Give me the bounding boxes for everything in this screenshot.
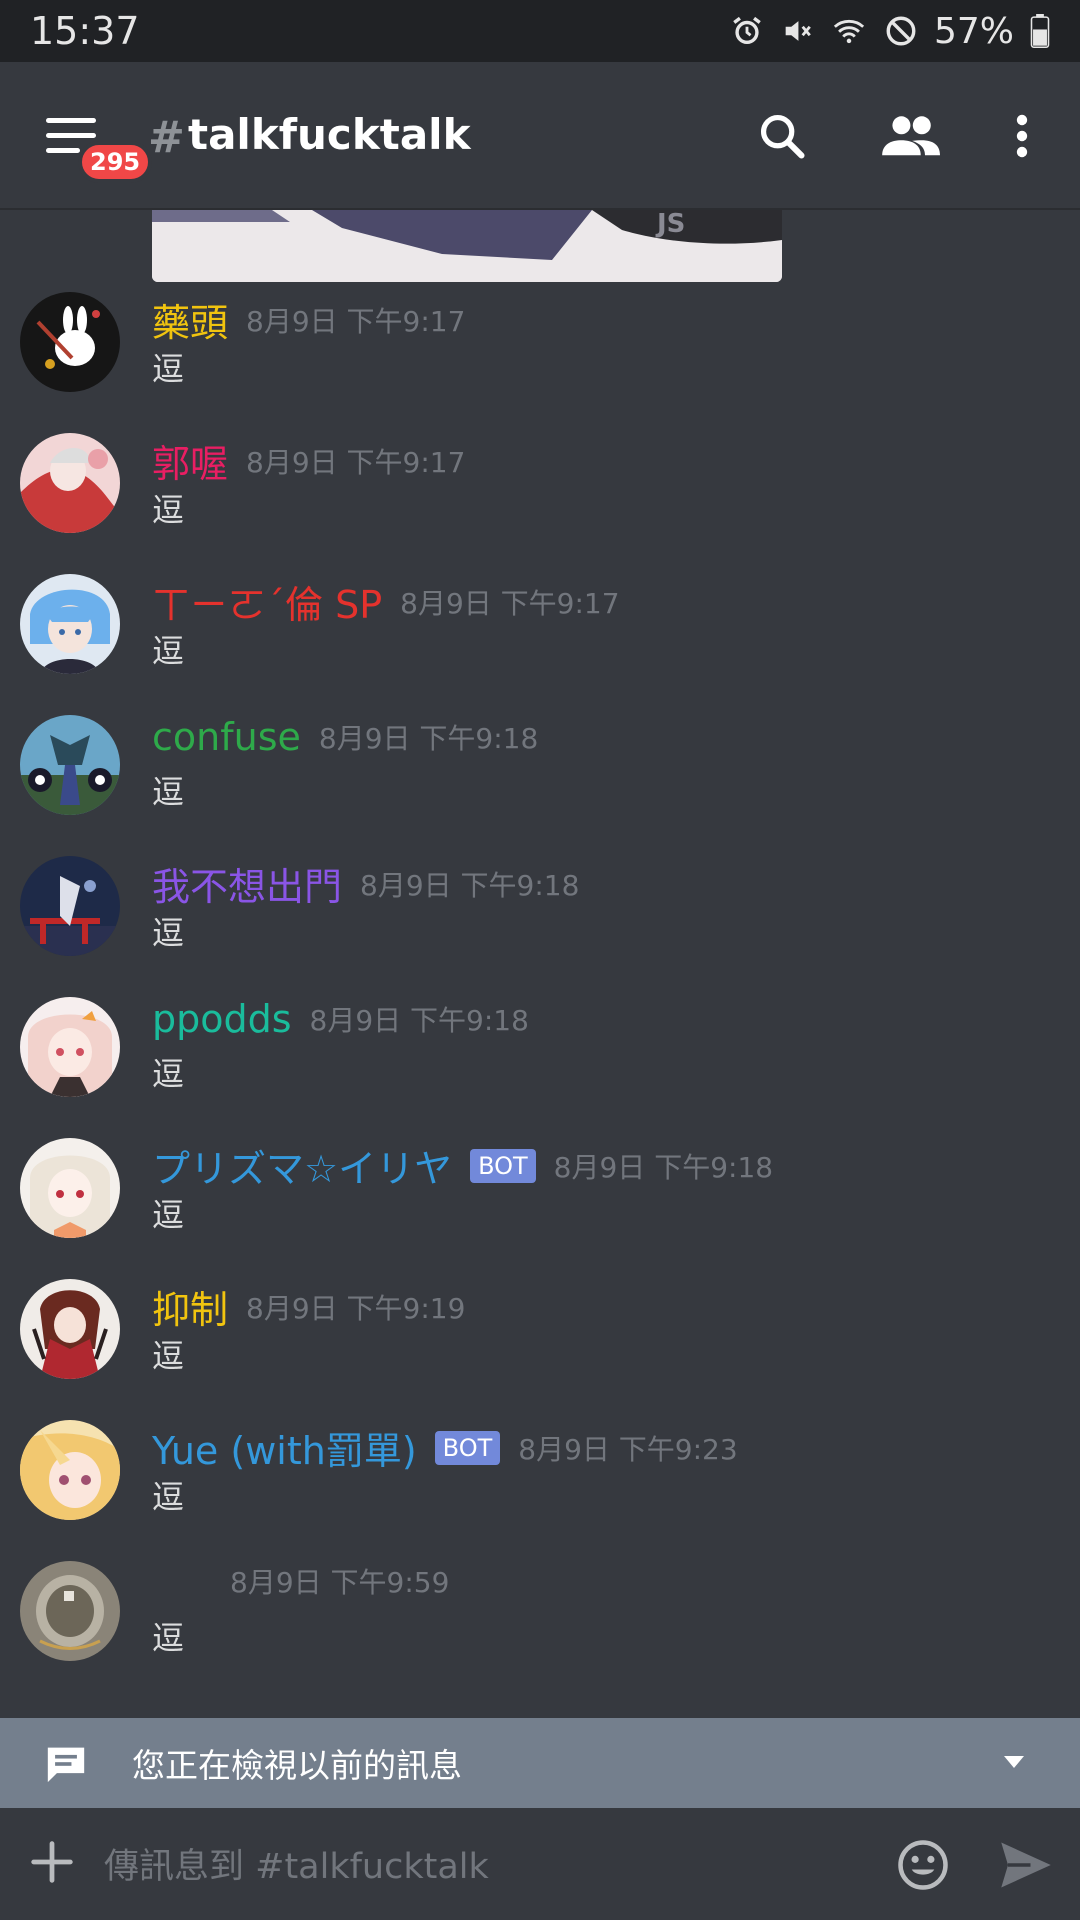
message[interactable]: 8月9日 下午9:59 逗 [0,1551,1080,1692]
status-icons: 57% [730,11,1050,52]
message[interactable]: プリズマ☆イリヤ BOT 8月9日 下午9:18 逗 [0,1128,1080,1269]
message-text: 逗 [152,1619,185,1657]
message-text: 逗 [152,632,185,670]
avatar[interactable] [20,856,120,956]
emoji-icon[interactable] [896,1838,950,1892]
alarm-icon [733,16,761,45]
author-name[interactable]: ㄒㄧㄛˊ倫 SP [152,574,382,629]
block-icon [886,16,916,46]
timestamp: 8月9日 下午9:19 [246,1291,466,1325]
plus-icon[interactable] [30,1840,74,1884]
mute-icon [785,21,811,41]
viewing-older-messages-text: 您正在檢視以前的訊息 [132,1746,462,1785]
avatar[interactable] [20,1279,120,1379]
message-header: プリズマ☆イリヤ BOT 8月9日 下午9:18 [152,1138,773,1193]
unread-badge: 295 [78,141,153,183]
avatar[interactable] [20,715,120,815]
message-header: 郭喔 8月9日 下午9:17 [152,433,465,488]
author-name[interactable]: ppodds [152,997,292,1041]
channel-hash-icon: # [148,112,185,163]
battery-icon [1030,14,1050,48]
message[interactable]: 藥頭 8月9日 下午9:17 逗 [0,282,1080,423]
wifi-icon [833,19,865,44]
viewing-older-messages-bar[interactable]: 您正在檢視以前的訊息 [0,1718,1080,1808]
bot-tag: BOT [434,1430,501,1465]
message-header: 我不想出門 8月9日 下午9:18 [152,856,579,911]
message-input[interactable]: 傳訊息到 #talkfucktalk [104,1838,489,1889]
timestamp: 8月9日 下午9:18 [318,722,539,755]
message[interactable]: Yue (with罰單) BOT 8月9日 下午9:23 逗 [0,1410,1080,1551]
more-vertical-icon[interactable] [992,106,1052,166]
timestamp: 8月9日 下午9:18 [553,1150,774,1184]
timestamp: 8月9日 下午9:17 [246,445,466,479]
message-text: 逗 [152,914,185,952]
author-name[interactable]: 抑制 [152,1279,228,1334]
bot-tag: BOT [470,1148,536,1183]
author-name[interactable]: confuse [152,715,301,759]
author-name[interactable]: 我不想出門 [152,856,342,911]
avatar[interactable] [20,1138,120,1238]
message-text: 逗 [152,350,185,388]
timestamp: 8月9日 下午9:59 [230,1566,450,1599]
avatar[interactable] [20,292,120,392]
chat-bubble-icon [47,1747,85,1783]
timestamp: 8月9日 下午9:18 [309,1004,529,1037]
avatar[interactable] [20,1561,120,1661]
chevron-down-icon[interactable] [1002,1754,1026,1770]
message[interactable]: confuse 8月9日 下午9:18 逗 [0,705,1080,846]
author-name[interactable]: 藥頭 [152,292,228,347]
avatar[interactable] [20,997,120,1097]
message-text: 逗 [152,1055,185,1093]
avatar[interactable] [20,574,120,674]
message[interactable]: ㄒㄧㄛˊ倫 SP 8月9日 下午9:17 逗 [0,564,1080,705]
message-header: 8月9日 下午9:59 [152,1561,449,1601]
channel-name[interactable]: talkfucktalk [188,110,471,159]
members-icon[interactable] [880,106,940,166]
message-header: 抑制 8月9日 下午9:19 [152,1279,465,1334]
message-header: confuse 8月9日 下午9:18 [152,715,538,759]
image-attachment[interactable]: JS [152,210,782,282]
timestamp: 8月9日 下午9:18 [360,868,580,902]
message-text: 逗 [152,1196,185,1234]
timestamp: 8月9日 下午9:17 [400,586,620,620]
message-header: 藥頭 8月9日 下午9:17 [152,292,465,347]
author-name[interactable]: 郭喔 [152,433,228,488]
svg-text:JS: JS [655,210,685,239]
message-text: 逗 [152,1337,185,1375]
message-header: ppodds 8月9日 下午9:18 [152,997,529,1041]
avatar[interactable] [20,1420,120,1520]
message-text: 逗 [152,773,185,811]
message-list[interactable]: JS 藥頭 8月9日 下午9:17 逗 郭喔 8月9日 下午9:17 逗 ㄒㄧㄛ… [0,210,1080,1718]
author-name[interactable]: プリズマ☆イリヤ [152,1138,452,1193]
status-bar: 15:37 57% [0,0,1080,62]
message-header: ㄒㄧㄛˊ倫 SP 8月9日 下午9:17 [152,574,620,629]
channel-header: 295 # talkfucktalk [0,62,1080,210]
message[interactable]: 我不想出門 8月9日 下午9:18 逗 [0,846,1080,987]
message-header: Yue (with罰單) BOT 8月9日 下午9:23 [152,1420,738,1475]
timestamp: 8月9日 下午9:17 [246,304,466,338]
message[interactable]: 郭喔 8月9日 下午9:17 逗 [0,423,1080,564]
message-text: 逗 [152,1478,185,1516]
send-icon[interactable] [996,1838,1056,1892]
search-icon[interactable] [752,106,812,166]
timestamp: 8月9日 下午9:23 [518,1432,738,1466]
status-time: 15:37 [30,9,140,53]
message[interactable]: ppodds 8月9日 下午9:18 逗 [0,987,1080,1128]
message-text: 逗 [152,491,185,529]
message-composer: 傳訊息到 #talkfucktalk [0,1808,1080,1920]
battery-percent: 57% [933,10,1014,52]
avatar[interactable] [20,433,120,533]
author-name[interactable]: Yue (with罰單) [152,1420,417,1475]
message[interactable]: 抑制 8月9日 下午9:19 逗 [0,1269,1080,1410]
